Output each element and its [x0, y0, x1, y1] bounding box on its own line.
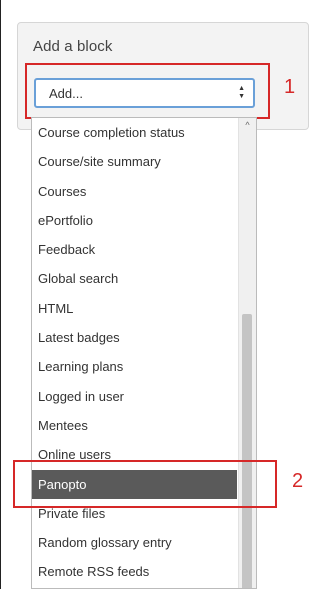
annotation-label-2: 2 — [292, 470, 304, 492]
scroll-up-icon[interactable]: ^ — [239, 118, 256, 132]
dropdown-option[interactable]: Course completion status — [32, 118, 237, 147]
annotation-box-1 — [25, 63, 270, 119]
dropdown-option[interactable]: HTML — [32, 294, 237, 323]
dropdown-list[interactable]: Course completion status Course/site summ… — [31, 117, 257, 589]
dropdown-option[interactable]: Remote RSS feeds — [32, 557, 237, 586]
dropdown-option[interactable]: Random glossary entry — [32, 528, 237, 557]
dropdown-option[interactable]: Mentees — [32, 411, 237, 440]
dropdown-option[interactable]: Logged in user — [32, 382, 237, 411]
block-title: Add a block — [33, 38, 113, 55]
scrollbar-thumb[interactable] — [242, 314, 252, 588]
dropdown-option[interactable]: Learning plans — [32, 352, 237, 381]
dropdown-options: Course completion status Course/site summ… — [32, 118, 237, 587]
scrollbar[interactable]: ^ — [238, 118, 256, 588]
dropdown-option[interactable]: Feedback — [32, 235, 237, 264]
annotation-box-2 — [13, 460, 277, 508]
dropdown-option[interactable]: Global search — [32, 264, 237, 293]
dropdown-option[interactable]: Courses — [32, 177, 237, 206]
annotation-label-1: 1 — [284, 76, 296, 98]
dropdown-option[interactable]: ePortfolio — [32, 206, 237, 235]
dropdown-option[interactable]: Course/site summary — [32, 147, 237, 176]
dropdown-option[interactable]: Latest badges — [32, 323, 237, 352]
